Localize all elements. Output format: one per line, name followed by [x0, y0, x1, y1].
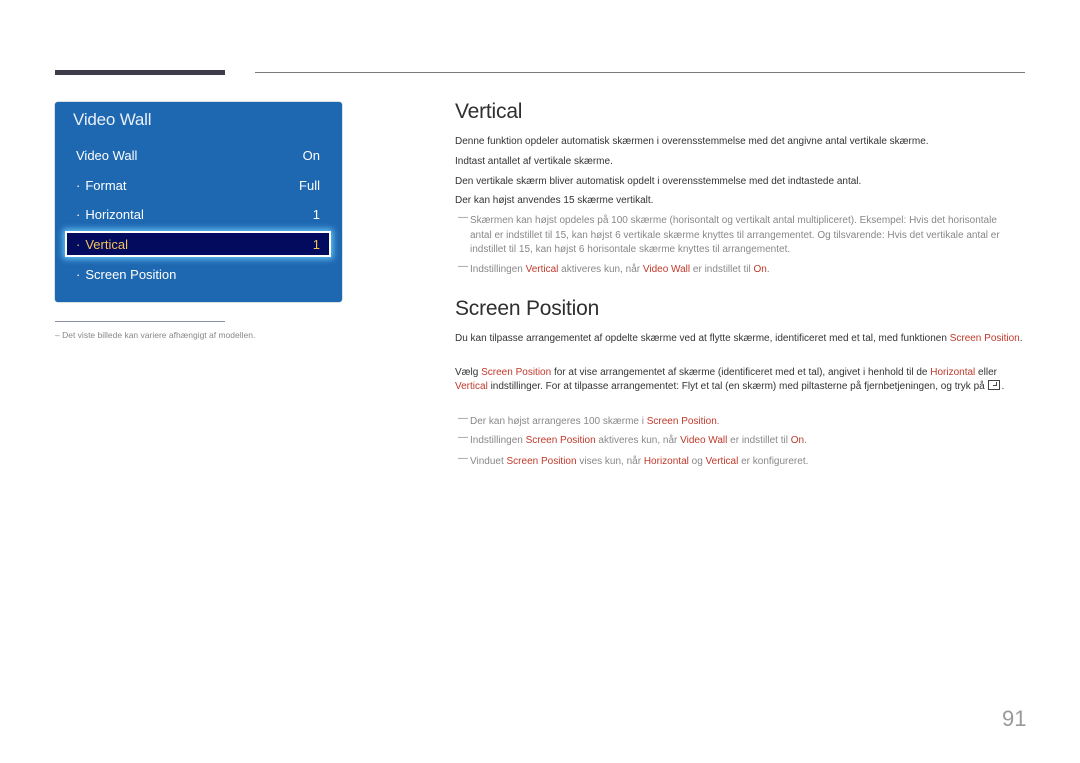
osd-menu-title: Video Wall [73, 110, 152, 129]
note: — Vinduet Screen Position vises kun, når… [455, 453, 1015, 470]
highlight-term: Horizontal [643, 456, 689, 467]
header-rule [255, 72, 1025, 73]
osd-item-video-wall[interactable]: Video Wall On [65, 143, 331, 167]
highlight-term: Video Wall [680, 435, 728, 446]
note: — Indstillingen Screen Position aktivere… [455, 432, 1015, 449]
note-text: er indstillet til [727, 435, 791, 446]
osd-item-horizontal[interactable]: · Horizontal 1 [65, 202, 331, 226]
osd-item-value: On [302, 147, 320, 163]
enter-key-icon [988, 380, 1001, 390]
paragraph: Der kan højst anvendes 15 skærme vertika… [455, 195, 654, 206]
note-dash-icon: — [458, 453, 468, 464]
bullet-icon: · [76, 206, 81, 222]
bullet-icon: · [76, 236, 81, 252]
highlight-term: Screen Position [949, 333, 1020, 344]
highlight-term: Video Wall [642, 264, 691, 275]
bullet-icon: · [76, 266, 81, 282]
osd-item-value: 1 [312, 206, 320, 222]
paragraph-text: Du kan tilpasse arrangementet af opdelte… [455, 333, 950, 344]
osd-menu-panel: Video Wall Video Wall On · Format Full · H… [55, 102, 342, 302]
highlight-term: Screen Position [506, 456, 577, 467]
osd-item-format[interactable]: · Format Full [65, 173, 331, 197]
note-text: aktiveres kun, når [595, 435, 681, 446]
osd-item-value: 1 [312, 236, 320, 252]
highlight-term: On [753, 264, 767, 275]
paragraph: Vælg Screen Position for at vise arrange… [455, 366, 1030, 394]
highlight-term: Vertical [455, 381, 488, 392]
note-text: Indstillingen [470, 264, 526, 275]
note-text: . [766, 264, 770, 275]
osd-item-vertical[interactable]: · Vertical 1 [65, 231, 331, 257]
paragraph-text: Vælg [455, 367, 482, 378]
note: — Indstillingen Vertical aktiveres kun, … [455, 261, 1015, 278]
paragraph-text: for at vise arrangementet af skærme (ide… [551, 367, 931, 378]
note-text: Vinduet [470, 456, 507, 467]
osd-item-label: Format [85, 177, 127, 193]
paragraph-text: . [1001, 381, 1005, 392]
highlight-term: On [790, 435, 805, 446]
osd-item-label: Horizontal [85, 206, 144, 222]
note: — Der kan højst arrangeres 100 skærme i … [455, 413, 1015, 430]
note-dash-icon: — [458, 261, 468, 272]
section-heading-vertical: Vertical [455, 100, 523, 123]
highlight-term: Horizontal [930, 367, 976, 378]
note-text: er konfigureret. [738, 456, 809, 467]
note-text: vises kun, når [576, 456, 644, 467]
osd-item-label: Screen Position [85, 266, 177, 282]
section-heading-screen-position: Screen Position [455, 297, 600, 320]
bullet-icon: · [76, 177, 81, 193]
paragraph: Du kan tilpasse arrangementet af opdelte… [455, 332, 1030, 346]
note-dash-icon: — [458, 432, 468, 443]
highlight-term: Screen Position [481, 367, 552, 378]
paragraph-text: eller [975, 367, 997, 378]
note-text: Der kan højst arrangeres 100 skærme i [470, 416, 647, 427]
highlight-term: Screen Position [646, 416, 717, 427]
page-number: 91 [1002, 706, 1027, 731]
note-text: . [804, 435, 807, 446]
note-text: Skærmen kan højst opdeles på 100 skærme … [470, 215, 1000, 255]
image-disclaimer-footnote: – Det viste billede kan variere afhængig… [55, 330, 256, 340]
highlight-term: Screen Position [525, 435, 596, 446]
highlight-term: Vertical [525, 264, 559, 275]
osd-item-value: Full [299, 177, 320, 193]
note-text: Indstillingen [470, 435, 526, 446]
osd-item-label: Video Wall [76, 147, 138, 163]
paragraph: Denne funktion opdeler automatisk skærme… [455, 136, 929, 147]
note-text: aktiveres kun, når [558, 264, 643, 275]
paragraph-text: indstillinger. For at tilpasse arrangeme… [487, 381, 988, 392]
footnote-rule [55, 321, 225, 322]
note-dash-icon: — [458, 212, 468, 223]
paragraph-text: . [1019, 333, 1023, 344]
header-accent-bar [55, 70, 225, 75]
note-dash-icon: — [458, 413, 468, 424]
note-text: og [688, 456, 706, 467]
note: — Skærmen kan højst opdeles på 100 skærm… [455, 212, 1015, 258]
osd-item-screen-position[interactable]: · Screen Position [65, 262, 331, 286]
note-text: er indstillet til [690, 264, 754, 275]
paragraph: Den vertikale skærm bliver automatisk op… [455, 176, 862, 187]
highlight-term: Vertical [705, 456, 739, 467]
osd-item-label: Vertical [85, 236, 128, 252]
note-text: . [716, 416, 720, 427]
paragraph: Indtast antallet af vertikale skærme. [455, 156, 613, 167]
